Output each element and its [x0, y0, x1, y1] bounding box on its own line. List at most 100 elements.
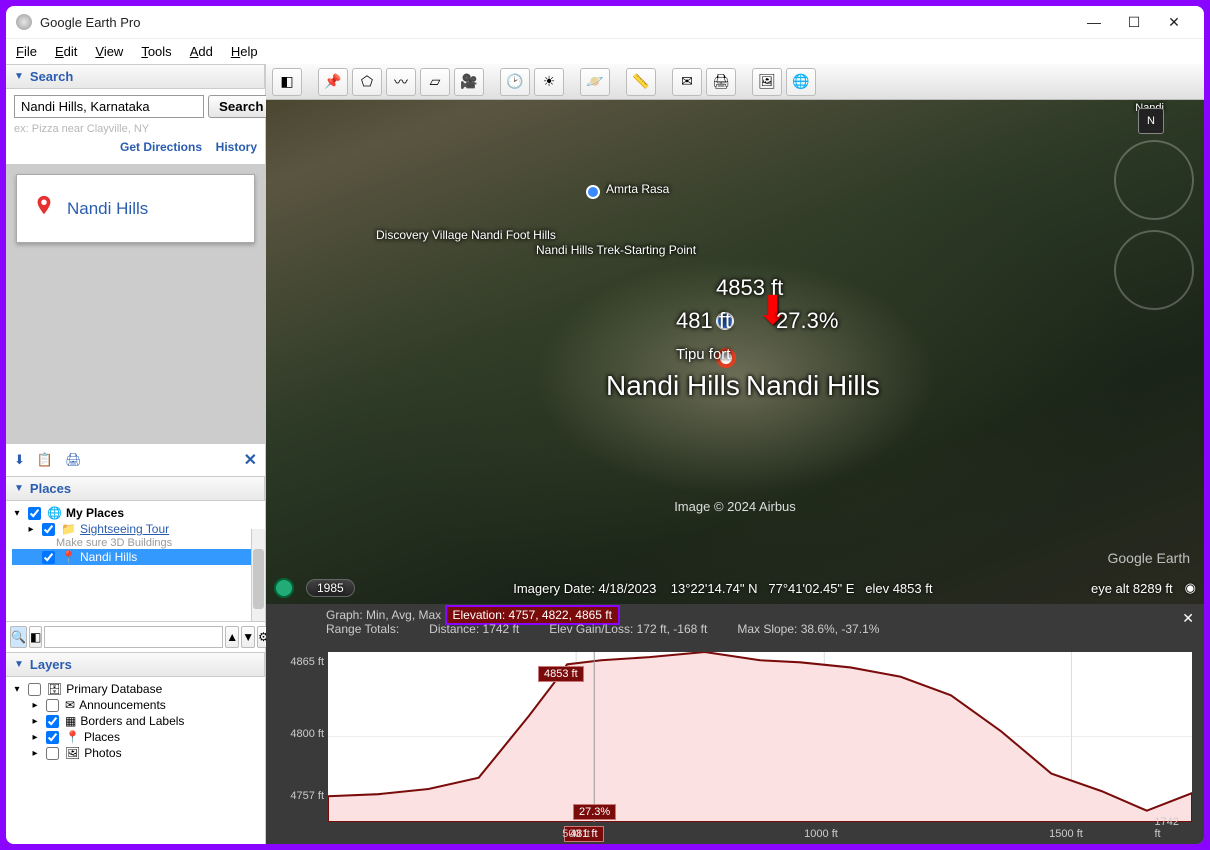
- map-label: Nandi Hills Trek-Starting Point: [536, 243, 696, 257]
- panel-toggle-button[interactable]: ◧: [272, 68, 302, 96]
- photo-icon: 🖼: [65, 746, 80, 760]
- clock-icon[interactable]: [274, 578, 294, 598]
- map-title: Nandi Hills: [746, 370, 880, 402]
- layers-panel-header[interactable]: ▼ Layers: [6, 652, 265, 677]
- checkbox[interactable]: [46, 699, 59, 712]
- search-input[interactable]: [14, 95, 204, 118]
- x-tick: 1742 ft: [1155, 816, 1188, 840]
- layers-header-label: Layers: [30, 657, 72, 672]
- primary-db-label[interactable]: Primary Database: [66, 682, 162, 696]
- print-icon[interactable]: 🖨: [65, 452, 82, 468]
- lat-readout: 13°22'14.74" N: [671, 581, 758, 596]
- distance-readout: Distance: 1742 ft: [429, 622, 519, 636]
- path-button[interactable]: 〰: [386, 68, 416, 96]
- database-icon: 🗄: [47, 682, 62, 696]
- minimize-button[interactable]: —: [1074, 8, 1114, 36]
- my-places-label[interactable]: My Places: [66, 506, 124, 520]
- tour-button[interactable]: 🎥: [454, 68, 484, 96]
- menu-file[interactable]: File: [16, 44, 37, 59]
- search-header-label: Search: [30, 69, 73, 84]
- status-bar: 1985 Imagery Date: 4/18/2023 13°22'14.74…: [266, 576, 1204, 600]
- expand-icon[interactable]: ▾: [12, 508, 22, 519]
- layer-item[interactable]: Announcements: [79, 698, 166, 712]
- history-button[interactable]: 🕑: [500, 68, 530, 96]
- history-link[interactable]: History: [216, 140, 257, 154]
- x-tick: 500 ft: [562, 828, 590, 840]
- checkbox[interactable]: [46, 715, 59, 728]
- search-results: Nandi Hills: [6, 164, 265, 444]
- up-button[interactable]: ▲: [225, 626, 239, 648]
- places-toolbar: 🔍 ◧ ▲ ▼ ⚙: [6, 621, 265, 652]
- tour-note: Make sure 3D Buildings: [56, 537, 259, 549]
- folder-icon: 📁: [61, 522, 76, 536]
- map-viewport[interactable]: Nandi N Amrta Rasa Discovery Village Nan…: [266, 100, 1204, 604]
- slope-label: 27.3%: [776, 308, 838, 334]
- close-elevation-button[interactable]: ✕: [1182, 610, 1194, 627]
- x-tick: 1500 ft: [1049, 828, 1083, 840]
- checkbox[interactable]: [46, 747, 59, 760]
- clear-search-icon[interactable]: ✕: [244, 450, 257, 470]
- planet-button[interactable]: 🪐: [580, 68, 610, 96]
- save-search-icon[interactable]: ⬇: [14, 452, 25, 468]
- main-toolbar: ◧ 📌 ⬠ 〰 ▱ 🎥 🕑 ☀ 🪐 📏 ✉ 🖨 🖼 🌐: [266, 64, 1204, 100]
- places-filter-input[interactable]: [44, 626, 223, 648]
- tour-link[interactable]: Sightseeing Tour: [80, 522, 169, 536]
- app-title: Google Earth Pro: [40, 15, 140, 30]
- search-toolbar: ⬇ 📋 🖨 ✕: [6, 444, 265, 476]
- places-panel-header[interactable]: ▼ Places: [6, 476, 265, 501]
- menu-edit[interactable]: Edit: [55, 44, 77, 59]
- sphere-icon[interactable]: ◉: [1185, 580, 1196, 596]
- menu-view[interactable]: View: [95, 44, 123, 59]
- maxslope-readout: Max Slope: 38.6%, -37.1%: [737, 622, 879, 636]
- history-year[interactable]: 1985: [306, 579, 355, 597]
- expand-icon[interactable]: ▾: [12, 684, 22, 695]
- search-panel-header[interactable]: ▼ Search: [6, 64, 265, 89]
- compass-icon[interactable]: N: [1138, 108, 1164, 134]
- checkbox[interactable]: [42, 551, 55, 564]
- search-places-button[interactable]: 🔍: [10, 626, 27, 648]
- menu-tools[interactable]: Tools: [141, 44, 171, 59]
- layer-item[interactable]: Photos: [84, 746, 121, 760]
- elevation-chart[interactable]: 4853 ft 27.3%: [328, 652, 1192, 822]
- checkbox[interactable]: [28, 683, 41, 696]
- kml-button[interactable]: 🌐: [786, 68, 816, 96]
- layer-item[interactable]: Borders and Labels: [80, 714, 184, 728]
- elev-readout: elev 4853 ft: [865, 581, 932, 596]
- get-directions-link[interactable]: Get Directions: [120, 140, 202, 154]
- map-label: Amrta Rasa: [606, 182, 669, 196]
- poi-pin[interactable]: [586, 185, 600, 199]
- ruler-button[interactable]: 📏: [626, 68, 656, 96]
- search-result-item[interactable]: Nandi Hills: [16, 174, 255, 243]
- menu-help[interactable]: Help: [231, 44, 258, 59]
- expand-icon[interactable]: ▸: [26, 524, 36, 535]
- print-button[interactable]: 🖨: [706, 68, 736, 96]
- checkbox[interactable]: [46, 731, 59, 744]
- pan-ring[interactable]: [1114, 230, 1194, 310]
- polygon-button[interactable]: ⬠: [352, 68, 382, 96]
- dist-label: 481 ft: [676, 308, 731, 334]
- graph-stats-label: Graph: Min, Avg, Max: [326, 608, 441, 622]
- menu-add[interactable]: Add: [190, 44, 213, 59]
- search-button[interactable]: Search: [208, 95, 274, 118]
- placemark-button[interactable]: 📌: [318, 68, 348, 96]
- mail-icon: ✉: [65, 698, 75, 712]
- down-button[interactable]: ▼: [241, 626, 255, 648]
- sun-button[interactable]: ☀: [534, 68, 564, 96]
- close-button[interactable]: ✕: [1154, 8, 1194, 36]
- maximize-button[interactable]: ☐: [1114, 8, 1154, 36]
- attribution: Image © 2024 Airbus: [674, 499, 796, 514]
- checkbox[interactable]: [28, 507, 41, 520]
- layer-item[interactable]: Places: [84, 730, 120, 744]
- nav-ring[interactable]: [1114, 140, 1194, 220]
- place-item[interactable]: Nandi Hills: [80, 550, 137, 564]
- scrollbar[interactable]: [251, 529, 265, 621]
- panel-button[interactable]: ◧: [29, 626, 42, 648]
- checkbox[interactable]: [42, 523, 55, 536]
- save-image-button[interactable]: 🖼: [752, 68, 782, 96]
- email-button[interactable]: ✉: [672, 68, 702, 96]
- pin-icon: [33, 191, 55, 226]
- copy-icon[interactable]: 📋: [37, 452, 53, 468]
- collapse-icon: ▼: [14, 71, 24, 82]
- overlay-button[interactable]: ▱: [420, 68, 450, 96]
- menubar: File Edit View Tools Add Help: [6, 38, 1204, 64]
